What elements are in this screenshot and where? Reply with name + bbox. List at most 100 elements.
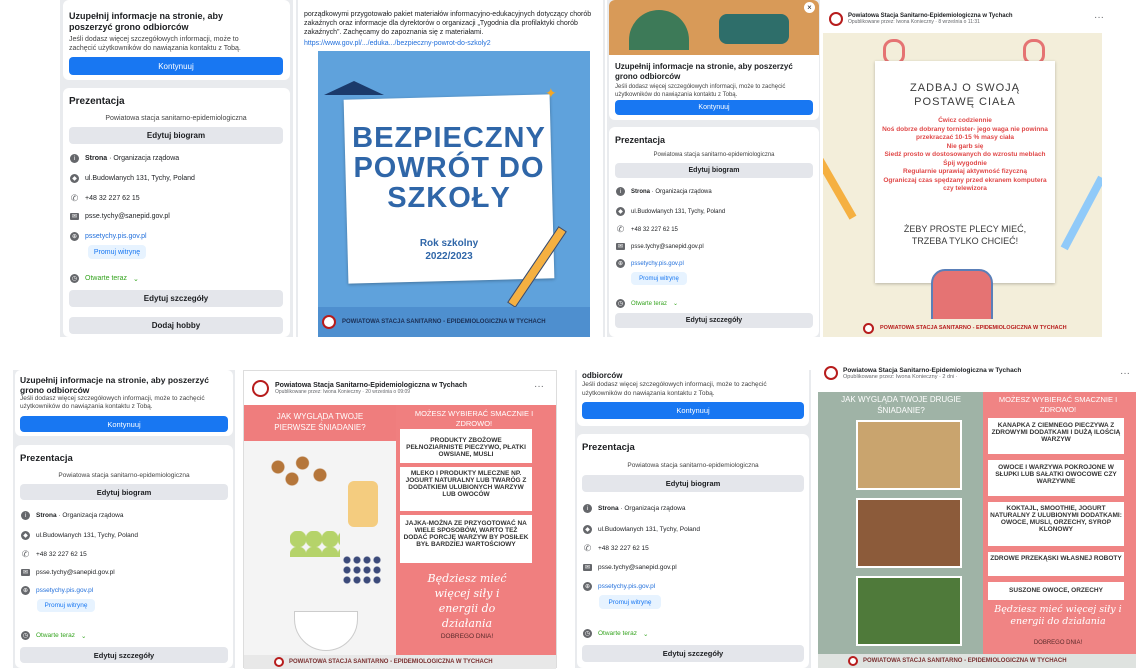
psse-avatar-icon[interactable]: [829, 12, 843, 26]
breakfast1-item: PRODUKTY ZBOŻOWE PEŁNOZIARNISTE PIECZYWO…: [400, 429, 532, 463]
promote-website-button-4[interactable]: Promuj witrynę: [599, 595, 661, 609]
panel-post-school: porządkowymi przygotowało pakiet materia…: [296, 0, 605, 337]
poster-school[interactable]: ✦ BEZPIECZNY POWRÓT DO SZKOŁY Rok szkoln…: [318, 51, 590, 337]
hours-row-4[interactable]: ◷ Otwarte teraz ⌄: [583, 629, 648, 638]
phone-row-4: ✆ +48 32 227 62 15: [583, 543, 649, 553]
website-link-2[interactable]: pssetychy.pis.gov.pl: [631, 261, 684, 267]
more-options-icon-2[interactable]: ···: [534, 381, 544, 392]
breakfast2-enjoy: DOBREGO DNIA!: [1033, 640, 1083, 646]
granola-photo: [856, 498, 962, 568]
edit-bio-button-2[interactable]: Edytuj biogram: [615, 163, 813, 178]
more-options-icon[interactable]: ···: [1094, 12, 1104, 23]
more-options-icon-3[interactable]: ···: [1120, 368, 1130, 379]
edit-details-button-2[interactable]: Edytuj szczegóły: [615, 313, 813, 328]
email-row-3: ✉ psse.tychy@sanepid.gov.pl: [21, 569, 115, 576]
add-hobby-button[interactable]: Dodaj hobby: [69, 317, 283, 334]
website-row-2[interactable]: ⊕ pssetychy.pis.gov.pl: [616, 259, 684, 268]
address-text-3: ul.Budowlanych 131, Tychy, Poland: [36, 532, 139, 539]
hours-text-3[interactable]: Otwarte teraz: [36, 632, 75, 639]
edit-bio-button-3[interactable]: Edytuj biogram: [20, 484, 228, 500]
page-type-bold: Strona: [85, 155, 108, 162]
breakfast1-question: JAK WYGLĄDA TWOJE PIERWSZE ŚNIADANIE?: [244, 405, 396, 441]
website-link-4[interactable]: pssetychy.pis.gov.pl: [598, 583, 655, 590]
edit-bio-button[interactable]: Edytuj biogram: [69, 127, 283, 144]
website-row-4[interactable]: ⊕ pssetychy.pis.gov.pl: [583, 582, 655, 591]
edit-details-button[interactable]: Edytuj szczegóły: [69, 290, 283, 307]
poster-school-footer: POWIATOWA STACJA SANITARNO - EPIDEMIOLOG…: [318, 307, 590, 337]
hours-text-2[interactable]: Otwarte teraz: [631, 301, 667, 307]
edit-details-button-4[interactable]: Edytuj szczegóły: [582, 645, 804, 662]
post-school-link[interactable]: https://www.gov.pl/.../eduka.../bezpiecz…: [304, 39, 594, 48]
breakfast2-item: SUSZONE OWOCE, ORZECHY: [988, 582, 1124, 600]
post-breakfast1-author[interactable]: Powiatowa Stacja Sanitarno-Epidemiologic…: [275, 382, 467, 389]
globe-icon: ⊕: [70, 232, 79, 241]
psse-avatar-icon-2[interactable]: [252, 380, 269, 397]
email-icon: ✉: [70, 213, 79, 220]
panel-bottom-left: Uzupełnij informacje na stronie, aby pos…: [13, 370, 235, 668]
sandwich-photo: [856, 420, 962, 490]
phone-icon-2: ✆: [616, 224, 625, 234]
website-link-3[interactable]: pssetychy.pis.gov.pl: [36, 587, 93, 594]
hours-text[interactable]: Otwarte teraz: [85, 275, 127, 282]
chevron-down-icon-4[interactable]: ⌄: [643, 630, 648, 638]
promote-website-button-2[interactable]: Promuj witrynę: [631, 272, 687, 285]
chevron-down-icon-3[interactable]: ⌄: [81, 632, 86, 640]
chevron-down-icon-2[interactable]: ⌄: [673, 300, 678, 307]
psse-avatar-icon-3[interactable]: [824, 366, 838, 380]
breakfast2-item: KOKTAJL, SMOOTHIE, JOGURT NATURALNY Z UL…: [988, 502, 1124, 546]
page-type-rest-3: · Organizacja rządowa: [56, 512, 124, 519]
breakfast2-choose: MOŻESZ WYBIERAĆ SMACZNIE I ZDROWO!: [998, 395, 1118, 414]
breakfast1-item: JAJKA-MOŻNA ZE PRZYGOTOWAĆ NA WIELE SPOS…: [400, 515, 532, 563]
continue-button-4[interactable]: Kontynuuj: [582, 402, 804, 419]
hours-row-2[interactable]: ◷ Otwarte teraz ⌄: [616, 299, 678, 308]
phone-row: ✆ +48 32 227 62 15: [70, 193, 140, 203]
page-type-row-2: i Strona · Organizacja rządowa: [616, 187, 712, 196]
website-link[interactable]: pssetychy.pis.gov.pl: [85, 233, 147, 240]
cta-title-4: odbiorców: [582, 371, 623, 380]
page-type-rest-4: · Organizacja rządowa: [618, 505, 686, 512]
email-icon-2: ✉: [616, 243, 625, 250]
breakfast2-item: OWOCE I WARZYWA POKROJONE W SŁUPKI LUB S…: [988, 460, 1124, 496]
close-icon[interactable]: ×: [804, 2, 815, 13]
poster-school-footer-text: POWIATOWA STACJA SANITARNO - EPIDEMIOLOG…: [342, 319, 546, 325]
posture-slogan-2: TRZEBA TYLKO CHCIEĆ!: [911, 236, 1019, 246]
breakfast2-item: ZDROWE PRZEKĄSKI WŁASNEJ ROBOTY: [988, 552, 1124, 576]
phone-row-3: ✆ +48 32 227 62 15: [21, 549, 87, 559]
globe-icon-2: ⊕: [616, 259, 625, 268]
hours-text-4[interactable]: Otwarte teraz: [598, 630, 637, 637]
website-row-3[interactable]: ⊕ pssetychy.pis.gov.pl: [21, 586, 93, 595]
poster-breakfast1[interactable]: JAK WYGLĄDA TWOJE PIERWSZE ŚNIADANIE? MO…: [244, 405, 556, 669]
poster-breakfast2[interactable]: JAK WYGLĄDA TWOJE DRUGIE ŚNIADANIE? MOŻE…: [818, 392, 1136, 668]
address-row-3: ◆ ul.Budowlanych 131, Tychy, Poland: [21, 531, 138, 540]
continue-button-2[interactable]: Kontynuuj: [615, 100, 813, 115]
panel-post-breakfast2: Powiatowa Stacja Sanitarno-Epidemiologic…: [818, 364, 1136, 668]
psse-logo-icon-3: [274, 657, 284, 667]
location-icon-3: ◆: [21, 531, 30, 540]
email-row-2: ✉ psse.tychy@sanepid.gov.pl: [616, 243, 704, 250]
cta-desc-3: Jeśli dodasz więcej szczegółowych inform…: [20, 395, 205, 410]
email-text-2: psse.tychy@sanepid.gov.pl: [631, 243, 704, 250]
email-row: ✉ psse.tychy@sanepid.gov.pl: [70, 213, 170, 220]
page-type-rest-2: · Organizacja rządowa: [650, 188, 712, 195]
school-year: 2022/2023: [425, 251, 473, 262]
continue-button[interactable]: Kontynuuj: [69, 57, 283, 75]
page-type-row: i Strona · Organizacja rządowa: [70, 154, 179, 163]
intro-card: Prezentacja Powiatowa stacja sanitarno-e…: [63, 88, 290, 337]
poster-posture[interactable]: ZADBAJ O SWOJĄ POSTAWĘ CIAŁA Ćwicz codzi…: [823, 33, 1102, 337]
edit-details-button-3[interactable]: Edytuj szczegóły: [20, 647, 228, 663]
cta-desc-2: Jeśli dodasz więcej szczegółowych inform…: [615, 84, 786, 98]
continue-button-3[interactable]: Kontynuuj: [20, 416, 228, 432]
poster-line-3: SZKOŁY: [387, 182, 511, 214]
edit-bio-button-4[interactable]: Edytuj biogram: [582, 475, 804, 492]
hours-row[interactable]: ◷ Otwarte teraz ⌄: [70, 274, 139, 283]
panel-top-left: Uzupełnij informacje na stronie, aby pos…: [60, 0, 293, 337]
promote-website-button[interactable]: Promuj witrynę: [88, 245, 146, 259]
hours-row-3[interactable]: ◷ Otwarte teraz ⌄: [21, 631, 86, 640]
intro-heading: Prezentacja: [69, 96, 125, 107]
posture-slogan-1: ŻEBY PROSTE PLECY MIEĆ,: [903, 224, 1027, 234]
salad-photo: [856, 576, 962, 646]
chevron-down-icon[interactable]: ⌄: [133, 275, 139, 283]
post-breakfast2-author[interactable]: Powiatowa Stacja Sanitarno-Epidemiologic…: [843, 367, 1021, 374]
promote-website-button-3[interactable]: Promuj witrynę: [37, 599, 95, 612]
website-row[interactable]: ⊕ pssetychy.pis.gov.pl: [70, 232, 147, 241]
